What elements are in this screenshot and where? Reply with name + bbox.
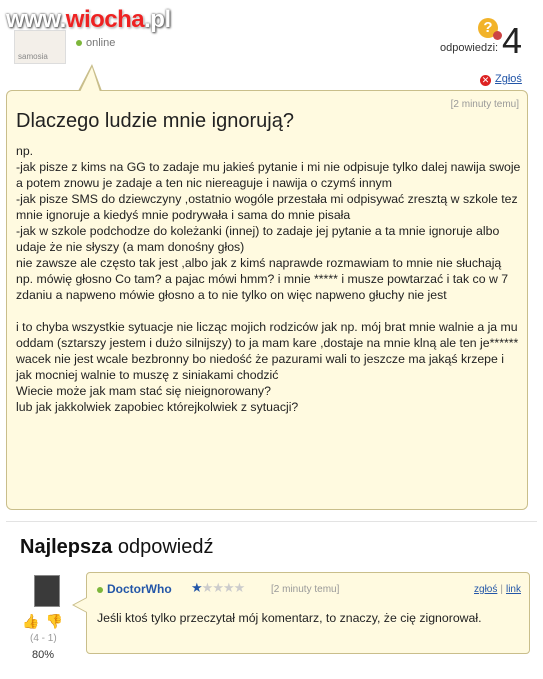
star-icon: ★ — [233, 580, 246, 595]
question-body: np. -jak pisze z kims na GG to zadaje mu… — [16, 144, 521, 414]
answers-count: 4 — [502, 20, 523, 61]
report-link[interactable]: ✕ Zgłoś — [480, 73, 522, 86]
answer-report-link[interactable]: zgłoś — [474, 584, 497, 595]
answers-label: odpowiedzi: — [440, 42, 499, 54]
star-icon: ★ — [191, 580, 203, 595]
rating-stars: ★★★★★ — [191, 580, 246, 596]
answer-bubble: DoctorWho ★★★★★ [2 minuty temu] zgłoś | li… — [86, 572, 530, 654]
thumbs-up-icon[interactable]: 👍 — [22, 613, 39, 629]
answer-time: [2 minuty temu] — [271, 584, 340, 595]
answer-links: zgłoś | link — [474, 584, 521, 595]
online-dot-icon — [97, 586, 103, 593]
watermark-www: www. — [6, 6, 66, 33]
link-separator: | — [500, 584, 503, 595]
question-time: [2 minuty temu] — [450, 99, 519, 110]
answer-text: Jeśli ktoś tylko przeczytał mój komentar… — [97, 611, 482, 625]
avatar-text: samosia — [18, 52, 48, 61]
star-icon: ★ — [212, 580, 224, 595]
watermark-tld: .pl — [144, 6, 171, 33]
vote-percent: 80% — [32, 649, 55, 661]
answer-permalink[interactable]: link — [506, 584, 521, 595]
question-title: Dlaczego ludzie mnie ignorują? — [16, 110, 294, 132]
close-icon: ✕ — [480, 75, 491, 86]
online-label: online — [86, 37, 116, 49]
vote-buttons: 👍 👎 — [22, 613, 63, 630]
answer-tail-inner — [74, 598, 87, 612]
best-answer-heading: Najlepsza odpowiedź — [20, 536, 213, 559]
star-icon: ★ — [222, 580, 235, 595]
question-badge-icon — [493, 31, 502, 40]
question-icon: ? — [478, 18, 502, 40]
report-label: Zgłoś — [495, 73, 522, 85]
author-name: DoctorWho — [107, 582, 172, 596]
vote-score: (4 - 1) — [30, 633, 57, 644]
question-bubble: [2 minuty temu] Dlaczego ludzie mnie ign… — [6, 90, 528, 510]
divider — [6, 521, 537, 522]
star-icon: ★ — [201, 580, 214, 595]
answer-author[interactable]: DoctorWho — [97, 582, 172, 596]
user-avatar[interactable]: samosia — [14, 30, 66, 64]
best-answer-bold: Najlepsza — [20, 536, 113, 558]
watermark: www.wiocha.pl — [6, 6, 171, 34]
online-status: online — [76, 37, 115, 49]
watermark-brand: wiocha — [65, 6, 145, 33]
bubble-tail-inner — [80, 67, 100, 92]
online-dot-icon — [76, 40, 82, 47]
thumbs-down-icon[interactable]: 👎 — [45, 613, 62, 629]
answer-avatar[interactable] — [34, 575, 60, 607]
best-answer-rest: odpowiedź — [112, 536, 214, 558]
